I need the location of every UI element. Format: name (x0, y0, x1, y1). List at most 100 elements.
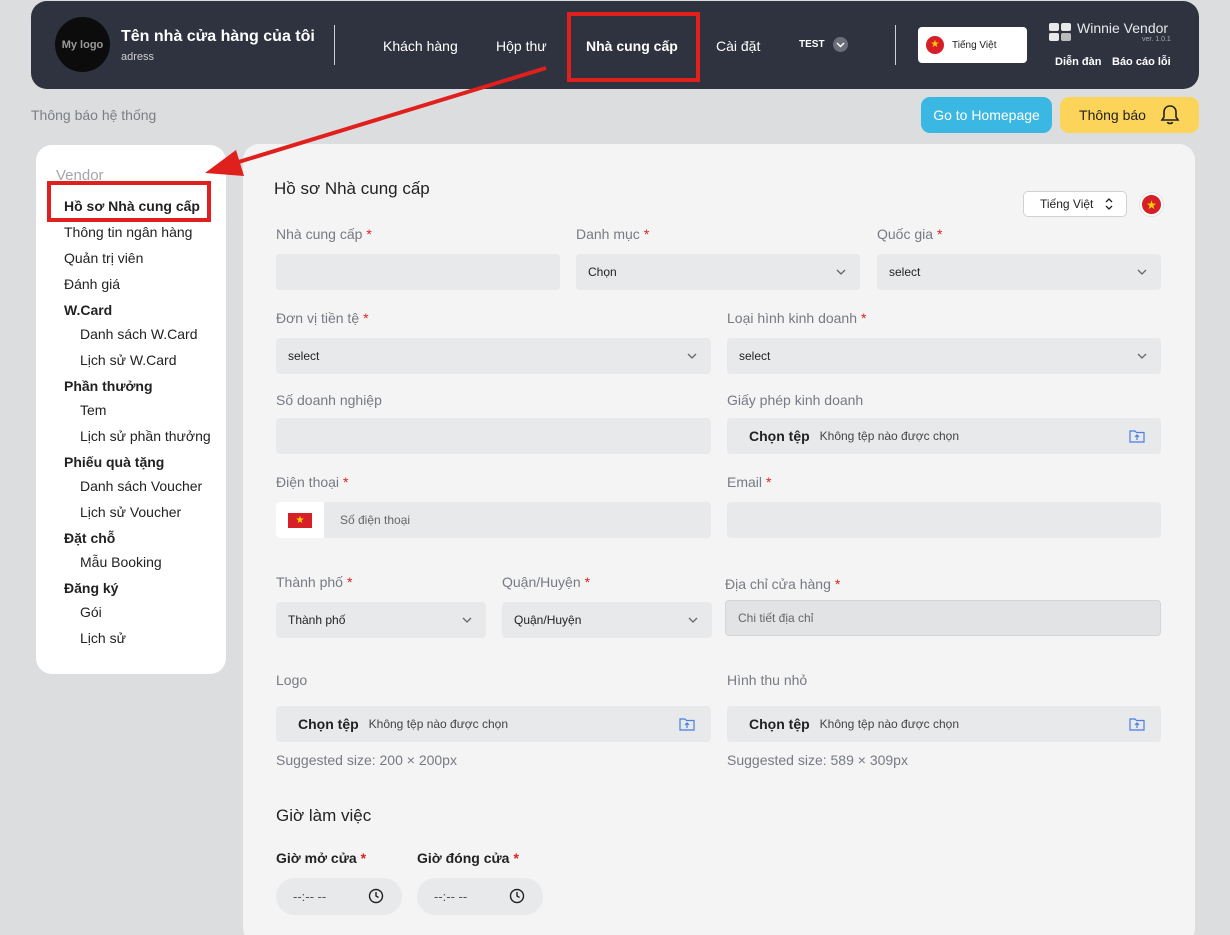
report-bug-link[interactable]: Báo cáo lỗi (1112, 56, 1171, 68)
country-code-select[interactable]: ★ (276, 502, 324, 538)
sidebar-item-history[interactable]: Lịch sử (80, 630, 126, 646)
app-version: ver. 1.0.1 (1142, 36, 1171, 43)
logo-size-hint: Suggested size: 200 × 200px (276, 752, 457, 768)
brand-name: Winnie Vendor (1077, 20, 1169, 36)
currency-label: Đơn vị tiền tệ * (276, 310, 369, 326)
sidebar-highlight-box (47, 181, 211, 222)
sidebar-item-voucher-history[interactable]: Lịch sử Voucher (80, 504, 181, 520)
chevron-down-icon (688, 617, 698, 623)
category-label: Danh mục * (576, 226, 650, 242)
brand-icon (1049, 23, 1071, 41)
no-file-text: Không tệp nào được chọn (368, 717, 508, 731)
notification-button[interactable]: Thông báo (1060, 97, 1199, 133)
chevron-down-icon (836, 269, 846, 275)
logo-file-input[interactable]: Chọn tệp Không tệp nào được chọn (276, 706, 711, 742)
sidebar-group-rewards: Phần thưởng (64, 378, 153, 394)
chevron-down-icon (687, 353, 697, 359)
upload-folder-icon (1129, 718, 1145, 731)
district-select[interactable]: Quận/Huyện (502, 602, 712, 638)
country-label: Quốc gia * (877, 226, 943, 242)
test-label: TEST (799, 39, 825, 50)
business-number-label: Số doanh nghiệp (276, 392, 382, 408)
bell-icon (1160, 105, 1180, 125)
chevron-down-icon (832, 37, 848, 52)
form-language-select[interactable]: Tiếng Việt (1023, 191, 1127, 217)
go-to-homepage-button[interactable]: Go to Homepage (921, 97, 1052, 133)
sidebar-item-package[interactable]: Gói (80, 604, 102, 620)
city-label: Thành phố * (276, 574, 353, 590)
choose-file-button[interactable]: Chọn tệp (749, 716, 810, 732)
sidebar: Vendor Hồ sơ Nhà cung cấp Thông tin ngân… (36, 145, 226, 674)
no-file-text: Không tệp nào được chọn (819, 717, 959, 731)
chevron-down-icon (1137, 269, 1147, 275)
choose-file-button[interactable]: Chọn tệp (749, 428, 810, 444)
business-license-file-input[interactable]: Chọn tệp Không tệp nào được chọn (727, 418, 1161, 454)
nav-highlight-box (567, 12, 700, 82)
business-type-select[interactable]: select (727, 338, 1161, 374)
forum-link[interactable]: Diễn đàn (1055, 56, 1101, 68)
sidebar-item-booking-template[interactable]: Mẫu Booking (80, 554, 162, 570)
clock-icon[interactable] (509, 888, 525, 904)
district-label: Quận/Huyện * (502, 574, 591, 590)
store-address-label: Địa chỉ cửa hàng * (725, 576, 841, 592)
sidebar-group-register: Đăng ký (64, 580, 119, 596)
thumbnail-file-input[interactable]: Chọn tệp Không tệp nào được chọn (727, 706, 1161, 742)
header-divider (334, 25, 335, 65)
chevron-down-icon (462, 617, 472, 623)
business-type-label: Loại hình kinh doanh * (727, 310, 867, 326)
sidebar-item-bank-info[interactable]: Thông tin ngân hàng (64, 224, 192, 240)
upload-folder-icon (679, 718, 695, 731)
vietnam-flag-icon: ★ (926, 36, 944, 54)
language-label: Tiếng Việt (952, 39, 997, 51)
store-name: Tên nhà cửa hàng của tôi (121, 28, 315, 45)
close-time-label: Giờ đóng cửa * (417, 850, 519, 866)
thumbnail-size-hint: Suggested size: 589 × 309px (727, 752, 908, 768)
clock-icon[interactable] (368, 888, 384, 904)
sidebar-group-booking: Đặt chỗ (64, 530, 116, 546)
business-license-label: Giấy phép kinh doanh (727, 392, 864, 408)
chevron-down-icon (1137, 353, 1147, 359)
vendor-profile-form: Hồ sơ Nhà cung cấp Tiếng Việt ★ Nhà cung… (243, 144, 1195, 935)
phone-input[interactable]: ★ Số điện thoại (276, 502, 711, 538)
sidebar-item-admin[interactable]: Quản trị viên (64, 250, 143, 266)
updown-icon (1105, 198, 1113, 210)
sidebar-group-wcard: W.Card (64, 302, 113, 318)
thumbnail-label: Hình thu nhỏ (727, 672, 808, 688)
sidebar-item-reviews[interactable]: Đánh giá (64, 276, 120, 292)
business-number-input[interactable] (276, 418, 711, 454)
phone-label: Điện thoại * (276, 474, 349, 490)
email-label: Email * (727, 474, 772, 490)
logo-label: Logo (276, 672, 308, 688)
choose-file-button[interactable]: Chọn tệp (298, 716, 359, 732)
test-menu[interactable]: TEST (799, 37, 848, 52)
form-language-value: Tiếng Việt (1040, 197, 1094, 211)
open-time-label: Giờ mở cửa * (276, 850, 367, 866)
nav-customers[interactable]: Khách hàng (383, 38, 458, 54)
email-input[interactable] (727, 502, 1161, 538)
supplier-name-input[interactable] (276, 254, 560, 290)
notification-label: Thông báo (1079, 107, 1146, 123)
language-switcher[interactable]: ★ Tiếng Việt (918, 27, 1027, 63)
sidebar-item-stamp[interactable]: Tem (80, 402, 106, 418)
no-file-text: Không tệp nào được chọn (819, 429, 959, 443)
sidebar-item-reward-history[interactable]: Lịch sử phần thưởng (80, 428, 211, 444)
currency-select[interactable]: select (276, 338, 711, 374)
open-time-input[interactable]: --:-- -- (276, 878, 402, 915)
vietnam-flag-icon: ★ (1140, 193, 1163, 216)
sidebar-item-wcard-list[interactable]: Danh sách W.Card (80, 326, 198, 342)
store-address-input[interactable]: Chi tiết địa chỉ (725, 600, 1161, 636)
city-select[interactable]: Thành phố (276, 602, 486, 638)
header-divider (895, 25, 896, 65)
upload-folder-icon (1129, 430, 1145, 443)
sidebar-item-wcard-history[interactable]: Lịch sử W.Card (80, 352, 177, 368)
country-select[interactable]: select (877, 254, 1161, 290)
nav-settings[interactable]: Cài đặt (716, 38, 760, 54)
nav-inbox[interactable]: Hộp thư (496, 38, 547, 54)
vietnam-flag-icon: ★ (288, 512, 312, 528)
sidebar-item-voucher-list[interactable]: Danh sách Voucher (80, 478, 202, 494)
category-select[interactable]: Chọn (576, 254, 860, 290)
close-time-input[interactable]: --:-- -- (417, 878, 543, 915)
system-notice[interactable]: Thông báo hệ thống (31, 107, 156, 123)
store-logo[interactable]: My logo (55, 17, 110, 72)
working-hours-title: Giờ làm việc (276, 806, 372, 825)
